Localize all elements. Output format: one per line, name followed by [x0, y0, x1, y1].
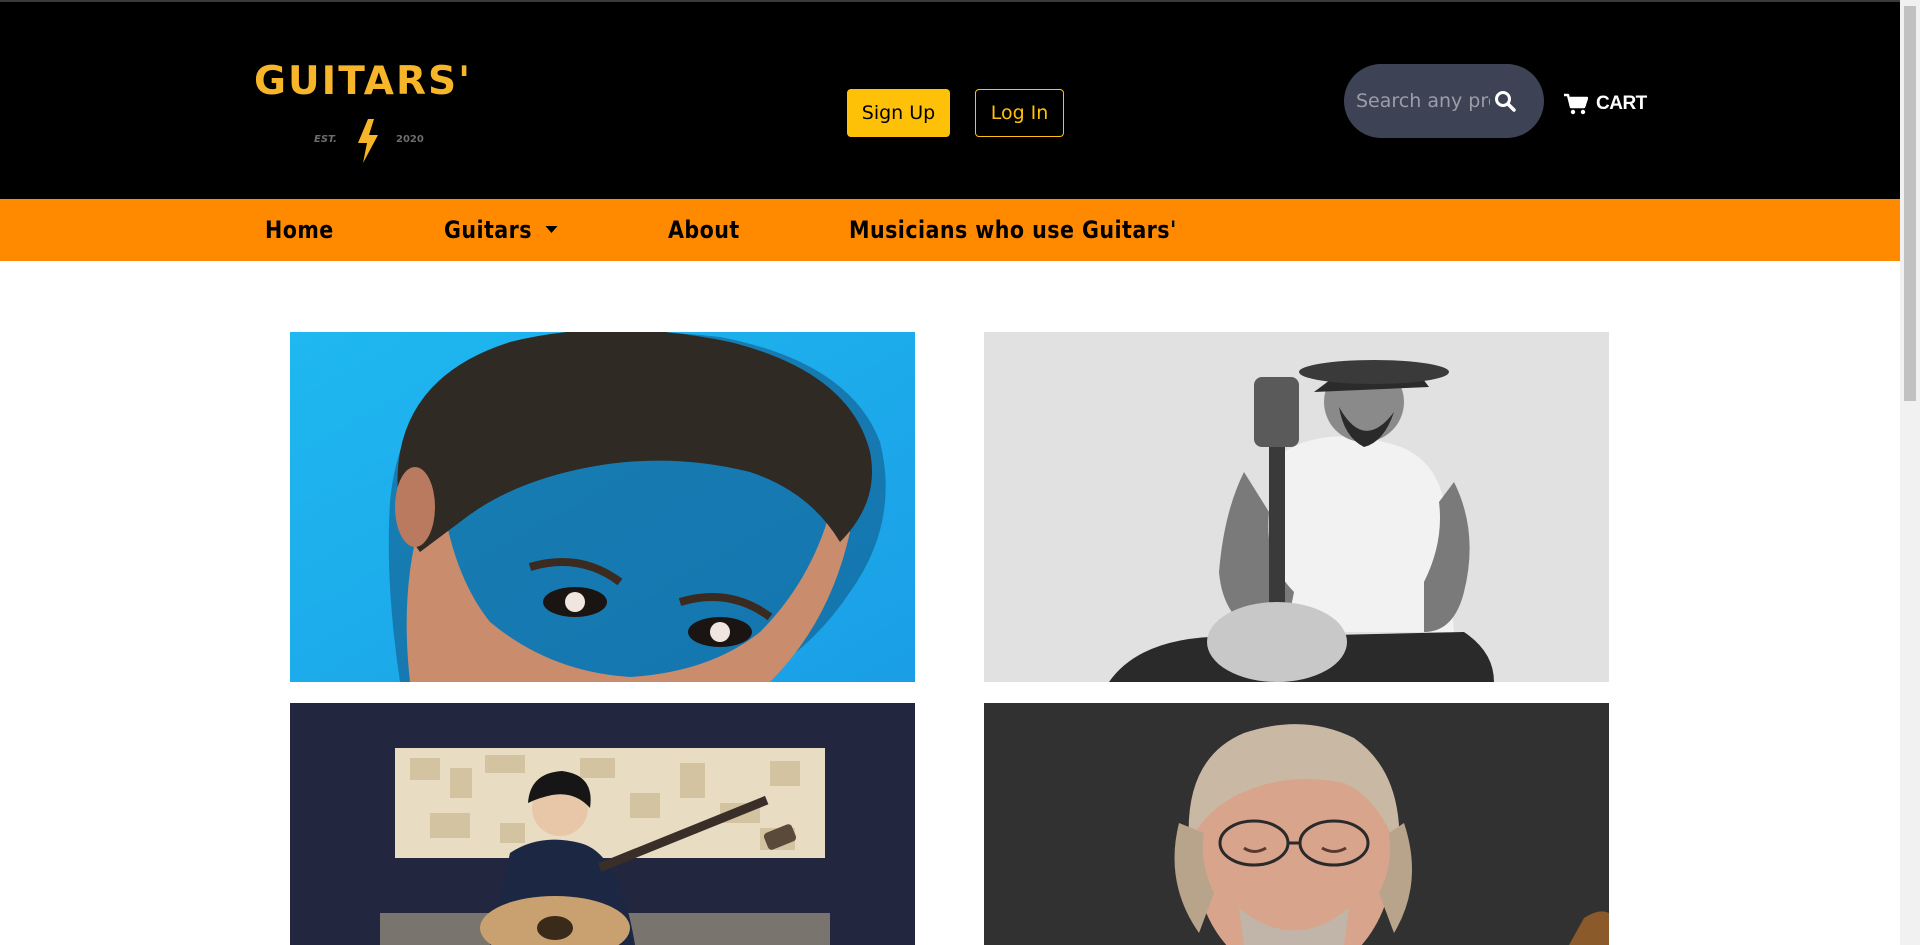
search-input[interactable]: [1356, 84, 1490, 118]
page-scrollbar[interactable]: [1900, 0, 1920, 945]
musician-photo-1-image: [290, 332, 915, 682]
nav-guitars-label: Guitars: [444, 216, 532, 244]
musician-photo-4[interactable]: [984, 703, 1609, 945]
scrollbar-thumb[interactable]: [1904, 6, 1916, 401]
cart-link[interactable]: CART: [1564, 90, 1647, 118]
site-header: GUITARS' EST. 2020 Sign Up Log In CART: [0, 2, 1900, 199]
musician-photo-3[interactable]: [290, 703, 915, 945]
musician-photo-2[interactable]: [984, 332, 1609, 682]
nav-about[interactable]: About: [668, 199, 740, 261]
musician-photo-2-image: [984, 332, 1609, 682]
cart-icon: [1564, 93, 1588, 115]
cart-label: CART: [1596, 93, 1647, 114]
musician-photo-3-image: [290, 703, 915, 945]
nav-guitars-dropdown[interactable]: Guitars: [444, 199, 558, 261]
search-box: [1344, 64, 1544, 138]
nav-home[interactable]: Home: [265, 199, 334, 261]
chevron-down-icon: [545, 225, 558, 233]
log-in-button[interactable]: Log In: [975, 89, 1064, 137]
main-nav: Home Guitars About Musicians who use Gui…: [0, 199, 1900, 261]
sign-up-button[interactable]: Sign Up: [847, 89, 950, 137]
search-icon[interactable]: [1494, 90, 1516, 112]
musician-photo-1[interactable]: [290, 332, 915, 682]
musician-photo-4-image: [984, 703, 1609, 945]
brand-logo[interactable]: GUITARS' EST. 2020: [254, 61, 486, 166]
lightning-bolt-icon: [358, 119, 378, 163]
brand-wordmark: GUITARS': [254, 59, 473, 104]
brand-est-label: EST.: [314, 134, 337, 145]
brand-year: 2020: [396, 134, 424, 145]
nav-musicians[interactable]: Musicians who use Guitars': [849, 199, 1177, 261]
